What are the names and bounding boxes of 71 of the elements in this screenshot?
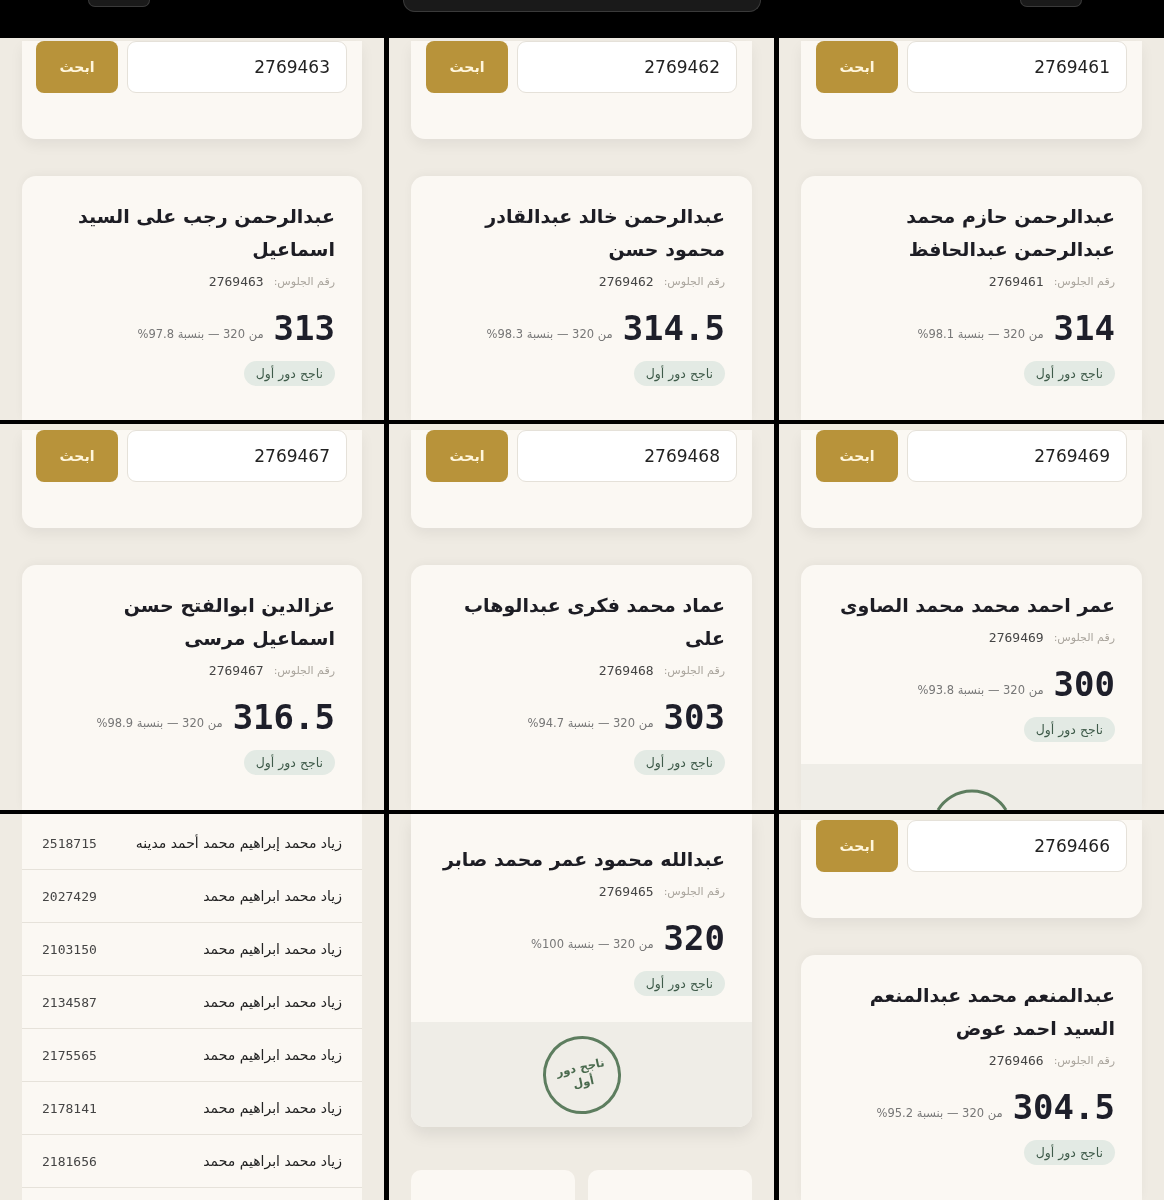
total-score: 313 (273, 308, 335, 348)
score-details: من 320 — بنسبة 98.1% (917, 327, 1044, 341)
student-name: زياد محمد ابراهيم محمد (203, 888, 342, 904)
search-field[interactable]: 2769462 (517, 41, 737, 93)
student-name: عبدالرحمن رجب على السيد اسماعيل (77, 204, 335, 262)
seat-label: رقم الجلوس: (1053, 274, 1115, 288)
seat-number: 2769466 (988, 1052, 1044, 1068)
student-name: زياد محمد ابراهيم محمد (203, 941, 342, 957)
student-name: عبدالرحمن خالد عبدالقادر محمود حسن (483, 204, 725, 263)
seat-number: 2769461 (988, 273, 1044, 289)
search-field[interactable]: 2769461 (907, 41, 1127, 93)
seat-label: رقم الجلوس: (1053, 1053, 1115, 1067)
student-name: زياد محمد ابراهيم محمد (203, 994, 342, 1010)
score-details: من 320 — بنسبة 94.7% (527, 716, 654, 730)
seat-label: رقم الجلوس: (273, 663, 335, 677)
seat-label: رقم الجلوس: (273, 274, 335, 288)
seat-number: 2769469 (988, 629, 1044, 645)
search-field[interactable]: 2769467 (127, 430, 347, 482)
seat-label: رقم الجلوس: (663, 274, 725, 288)
total-score: 314 (1053, 308, 1115, 348)
total-score: 316.5 (232, 697, 335, 737)
score-details: من 320 — بنسبة 93.8% (917, 683, 1044, 697)
score-details: من 320 — بنسبة 97.8% (137, 327, 264, 341)
status-badge: ناجح دور أول (1023, 1140, 1115, 1165)
seat-number: 2181656 (42, 1153, 97, 1169)
score-details: من 320 — بنسبة 100% (531, 937, 654, 951)
seat-number: 2175565 (42, 1047, 97, 1063)
score-details: من 320 — بنسبة 95.2% (876, 1106, 1003, 1120)
status-badge: ناجح دور أول (633, 971, 725, 996)
total-score: 314.5 (622, 308, 725, 348)
score-details: من 320 — بنسبة 98.3% (486, 327, 613, 341)
seat-number: 2769467 (208, 662, 264, 678)
seat-number: 2134587 (42, 994, 97, 1010)
seat-number: 2103150 (42, 941, 97, 957)
status-badge: ناجح دور أول (1023, 717, 1115, 742)
seat-number: 2769462 (598, 273, 654, 289)
total-score: 300 (1053, 664, 1115, 704)
student-name: عزالدين ابوالفتح حسن اسماعيل مرسى (122, 593, 335, 652)
seat-number: 2769468 (598, 662, 654, 678)
total-score: 303 (663, 697, 725, 737)
status-badge: ناجح دور أول (243, 750, 335, 775)
status-badge: ناجح دور أول (1023, 361, 1115, 386)
status-badge: ناجح دور أول (633, 750, 725, 775)
total-score: 304.5 (1012, 1087, 1115, 1127)
seat-label: رقم الجلوس: (663, 663, 725, 677)
search-field[interactable]: 2769469 (907, 430, 1127, 482)
notch-drawing (1020, 0, 1082, 7)
seat-number: 2769463 (208, 273, 264, 289)
student-name: عبدالرحمن حازم محمد عبدالرحمن عبدالحافظ (905, 204, 1115, 263)
score-details: من 320 — بنسبة 98.9% (96, 716, 223, 730)
student-name: زياد محمد إبراهيم محمد أحمد مدينه (135, 835, 342, 851)
student-name: عمر احمد محمد محمد الصاوى (839, 593, 1115, 619)
student-name: زياد محمد ابراهيم محمد (203, 1047, 342, 1063)
seat-number: 2178141 (42, 1100, 97, 1116)
student-name: عبدالمنعم محمد عبدالمنعم السيد احمد عوض (868, 983, 1115, 1042)
total-score: 320 (663, 918, 725, 958)
search-field[interactable]: 2769463 (127, 41, 347, 93)
seat-number: 2769465 (598, 883, 654, 899)
student-name: عبدالله محمود عمر محمد صابر (441, 847, 725, 873)
seat-label: رقم الجلوس: (1053, 630, 1115, 644)
search-field[interactable]: 2769468 (517, 430, 737, 482)
notch-drawing (88, 0, 150, 7)
student-name: عماد محمد فكرى عبدالوهاب على (463, 593, 725, 651)
seat-number: 2518715 (42, 835, 97, 851)
status-badge: ناجح دور أول (243, 361, 335, 386)
seat-label: رقم الجلوس: (663, 884, 725, 898)
status-badge: ناجح دور أول (633, 361, 725, 386)
seat-number: 2027429 (42, 888, 97, 904)
student-name: زياد محمد ابراهيم محمد (203, 1100, 342, 1116)
student-name: زياد محمد ابراهيم محمد (203, 1153, 342, 1169)
search-field[interactable]: 2769466 (907, 820, 1127, 872)
